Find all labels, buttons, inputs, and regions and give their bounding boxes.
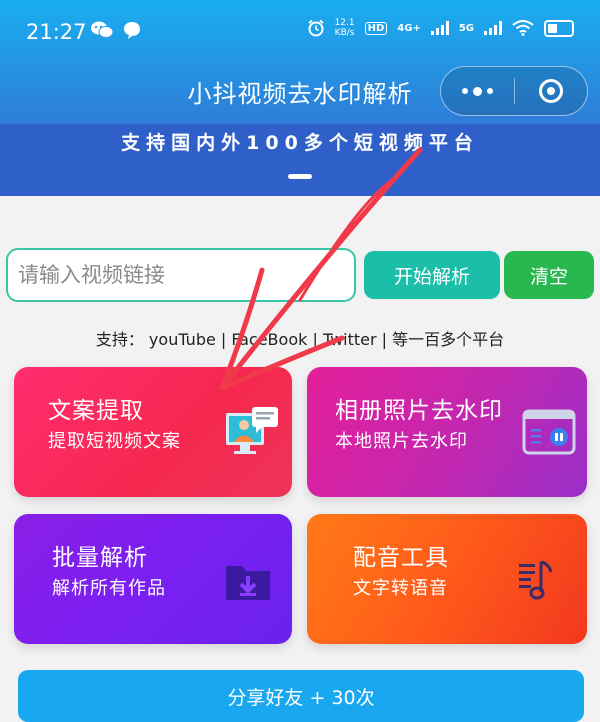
supported-platforms-text: 支持： youTube | FaceBook | Twitter | 等一百多个… <box>95 330 505 349</box>
card-title: 相册照片去水印 <box>335 398 503 424</box>
folder-download-icon <box>226 566 270 600</box>
computer-chat-icon <box>226 407 278 454</box>
status-bar: 21:27 12.1 KB/s HD 4G+ 5G <box>0 0 600 60</box>
mini-program-capsule <box>440 66 588 116</box>
card-text-extract[interactable]: 文案提取 提取短视频文案 <box>14 367 292 497</box>
status-time: 21:27 <box>26 20 87 44</box>
signal-bars-5g-icon <box>484 21 502 35</box>
card-dubbing-tool[interactable]: 配音工具 文字转语音 <box>307 514 587 644</box>
music-note-icon <box>519 560 553 600</box>
alarm-clock-icon <box>307 19 324 37</box>
net-speed: 12.1 KB/s <box>334 18 355 38</box>
share-friends-button[interactable]: 分享好友 + 30次 <box>18 670 584 722</box>
clear-button[interactable]: 清空 <box>504 251 594 299</box>
more-menu-button[interactable] <box>441 67 514 115</box>
wifi-icon <box>512 20 534 36</box>
card-subtitle: 文字转语音 <box>353 578 448 599</box>
network-5g-label: 5G <box>458 22 474 34</box>
photo-album-icon <box>522 409 576 455</box>
signal-bars-icon <box>430 21 449 35</box>
app-header: 21:27 12.1 KB/s HD 4G+ 5G 小抖视频去水印解析 支持国内… <box>0 0 600 196</box>
battery-icon <box>544 19 574 37</box>
search-row: 开始解析 清空 <box>6 248 594 302</box>
card-subtitle: 本地照片去水印 <box>335 431 468 452</box>
close-mini-program-button[interactable] <box>515 67 588 115</box>
hd-sim-label: HD <box>364 21 388 35</box>
banner-indicator <box>288 174 312 179</box>
wechat-icon <box>91 21 114 38</box>
message-icon <box>124 22 140 39</box>
card-subtitle: 解析所有作品 <box>52 578 166 599</box>
card-batch-parse[interactable]: 批量解析 解析所有作品 <box>14 514 292 644</box>
card-title: 配音工具 <box>353 545 449 571</box>
card-photo-watermark[interactable]: 相册照片去水印 本地照片去水印 <box>307 367 587 497</box>
more-dots-icon <box>461 86 493 96</box>
card-title: 批量解析 <box>52 545 148 571</box>
target-circle-icon <box>538 79 563 103</box>
start-parse-button[interactable]: 开始解析 <box>364 251 500 299</box>
banner-text: 支持国内外100多个短视频平台 <box>121 132 479 154</box>
video-url-input[interactable] <box>6 248 356 302</box>
card-title: 文案提取 <box>48 398 144 424</box>
card-subtitle: 提取短视频文案 <box>48 431 181 452</box>
network-4g-label: 4G+ <box>397 22 421 34</box>
